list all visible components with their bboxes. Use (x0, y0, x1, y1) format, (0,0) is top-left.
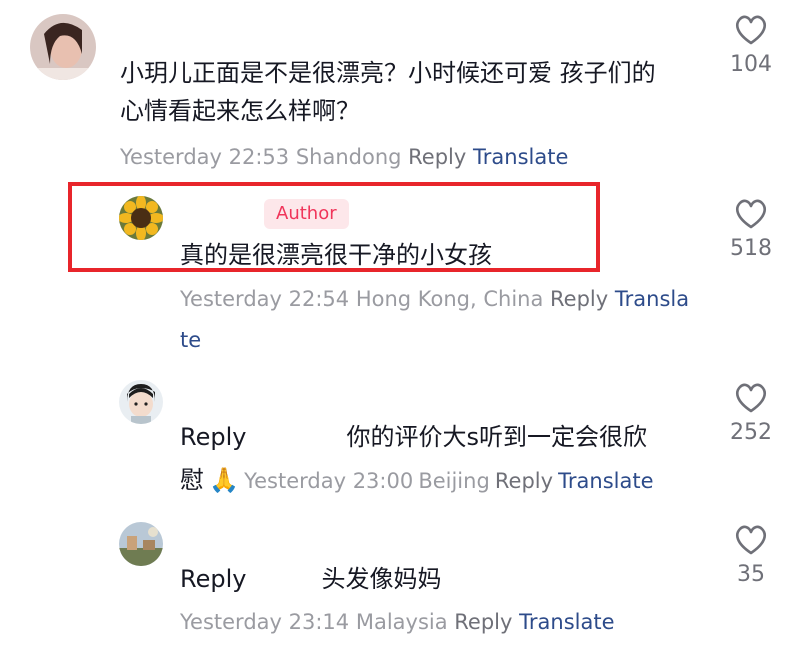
comment-text: Reply 你的评价大s听到一定会很欣 (180, 418, 720, 456)
comment-text: 真的是很漂亮很干净的小女孩 (180, 241, 492, 269)
like-count: 518 (730, 236, 772, 261)
comment-text-segment: 你的评价大s听到一定会很欣 (346, 423, 647, 451)
comment-meta: Yesterday 23:14 Malaysia Reply Translate (180, 607, 615, 637)
reply-button[interactable]: Reply (454, 610, 512, 634)
sunflower-icon (119, 196, 163, 240)
like-count: 252 (730, 420, 772, 445)
reply-button[interactable]: Reply (550, 287, 608, 311)
comment-location: Beijing (418, 469, 490, 493)
comment-text-line: 心情看起来怎么样啊？ (120, 97, 360, 125)
user-avatar-icon (30, 14, 96, 80)
avatar[interactable] (30, 14, 96, 80)
comment-time: Yesterday 23:00 (244, 469, 414, 493)
comment-text-line: 小玥儿正面是不是很漂亮？小时候还可爱 孩子们的 (120, 59, 656, 87)
landscape-avatar-icon (119, 522, 163, 566)
like-button[interactable]: 518 (721, 198, 781, 262)
translate-button[interactable]: Transla (615, 287, 689, 311)
translate-button[interactable]: te (180, 328, 201, 352)
comment-text-line: Reply 你的评价大s听到一定会很欣 (180, 418, 720, 456)
comment-text: Reply 头发像妈妈 (180, 560, 441, 598)
comment-text-line: 慰 (180, 466, 204, 494)
comment-location: Hong Kong, China (355, 287, 544, 311)
cartoon-avatar-icon (119, 380, 163, 424)
comment-meta: 慰 🙏 Yesterday 23:00 Beijing Reply Transl… (180, 461, 654, 499)
comment-text-segment: 头发像妈妈 (321, 565, 442, 593)
like-button[interactable]: 252 (721, 382, 781, 446)
comment-meta: Yesterday 22:53 Shandong Reply Translate (120, 142, 568, 172)
like-count: 35 (737, 562, 765, 587)
like-count: 104 (730, 52, 772, 77)
reply-button[interactable]: Reply (408, 145, 466, 169)
author-badge: Author (264, 199, 349, 229)
avatar[interactable] (119, 380, 163, 424)
heart-outline-icon (736, 383, 766, 413)
comment-text: 小玥儿正面是不是很漂亮？小时候还可爱 孩子们的 心情看起来怎么样啊？ (120, 54, 710, 130)
reply-button[interactable]: Reply (495, 469, 553, 493)
comment-location: Shandong (295, 145, 402, 169)
reply-prefix: Reply (180, 565, 247, 593)
comment-time: Yesterday 22:54 (180, 287, 350, 311)
translate-button[interactable]: Translate (519, 610, 614, 634)
translate-button[interactable]: Translate (473, 145, 568, 169)
reply-prefix: Reply (180, 423, 247, 451)
heart-outline-icon (736, 15, 766, 45)
comment-location: Malaysia (355, 610, 448, 634)
avatar[interactable] (119, 522, 163, 566)
like-button[interactable]: 35 (721, 524, 781, 588)
author-avatar[interactable] (119, 196, 163, 240)
comment-time: Yesterday 22:53 (120, 145, 290, 169)
comment-meta-wrap: te (180, 325, 201, 355)
pray-emoji-icon: 🙏 (209, 466, 239, 494)
heart-outline-icon (736, 199, 766, 229)
comment-time: Yesterday 23:14 (180, 610, 350, 634)
like-button[interactable]: 104 (721, 14, 781, 78)
heart-outline-icon (736, 525, 766, 555)
comment-meta: Yesterday 22:54 Hong Kong, China Reply T… (180, 284, 689, 314)
translate-button[interactable]: Translate (558, 469, 653, 493)
